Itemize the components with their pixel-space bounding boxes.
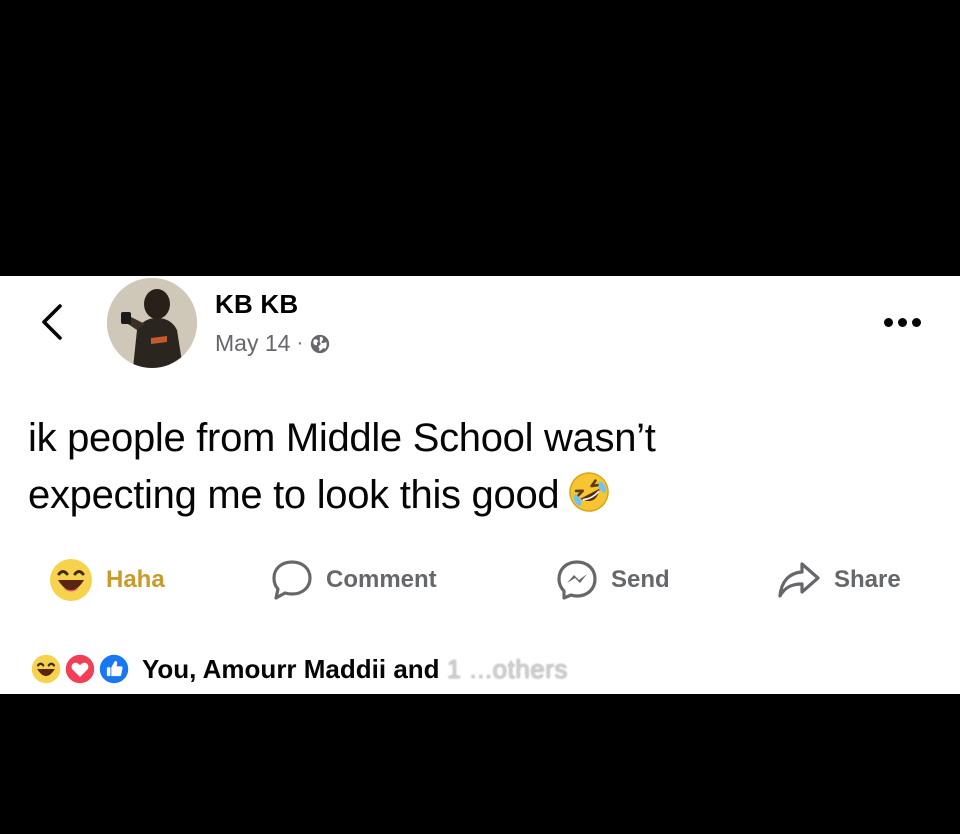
haha-emoji-icon	[50, 559, 92, 601]
globe-icon	[310, 334, 330, 353]
comment-icon	[272, 560, 312, 600]
like-reaction-icon	[96, 651, 132, 687]
haha-label: Haha	[106, 566, 165, 593]
post-text: ik people from Middle School wasn’t expe…	[28, 410, 928, 530]
comment-label: Comment	[326, 566, 437, 593]
meta-separator: ·	[296, 332, 304, 354]
post-actions: Haha Comment Send Share	[0, 552, 960, 608]
send-button[interactable]: Send	[555, 552, 670, 608]
back-button[interactable]	[36, 300, 66, 344]
avatar[interactable]	[107, 278, 197, 368]
reactions-summary[interactable]: You, Amourr Maddii and 1 ...others	[28, 648, 568, 690]
post-date[interactable]: May 14	[215, 330, 290, 357]
chevron-left-icon	[42, 304, 62, 340]
messenger-icon	[557, 560, 597, 600]
love-reaction-icon	[62, 651, 98, 687]
more-horizontal-icon	[884, 317, 893, 327]
author-name[interactable]: KB KB	[215, 289, 298, 320]
reactions-others-overlay: 1 ...others	[446, 653, 568, 684]
reaction-icons	[28, 649, 136, 689]
post-text-line-1: ik people from Middle School wasn’t	[28, 416, 656, 460]
rolling-laughing-emoji-icon	[567, 470, 611, 530]
profile-photo	[107, 278, 197, 368]
share-label: Share	[834, 566, 901, 593]
share-arrow-icon	[778, 562, 820, 598]
post-text-line-2: expecting me to look this good	[28, 467, 928, 530]
reactions-text: You, Amourr Maddii and 1 ...others	[142, 654, 568, 685]
send-label: Send	[611, 566, 670, 593]
comment-button[interactable]: Comment	[270, 552, 437, 608]
reactions-names: You, Amourr Maddii and	[142, 653, 440, 684]
haha-reaction-button[interactable]: Haha	[48, 552, 165, 608]
post-meta: May 14 ·	[215, 330, 331, 357]
more-options-button[interactable]	[884, 312, 928, 332]
share-button[interactable]: Share	[776, 552, 901, 608]
haha-reaction-icon	[28, 651, 64, 687]
